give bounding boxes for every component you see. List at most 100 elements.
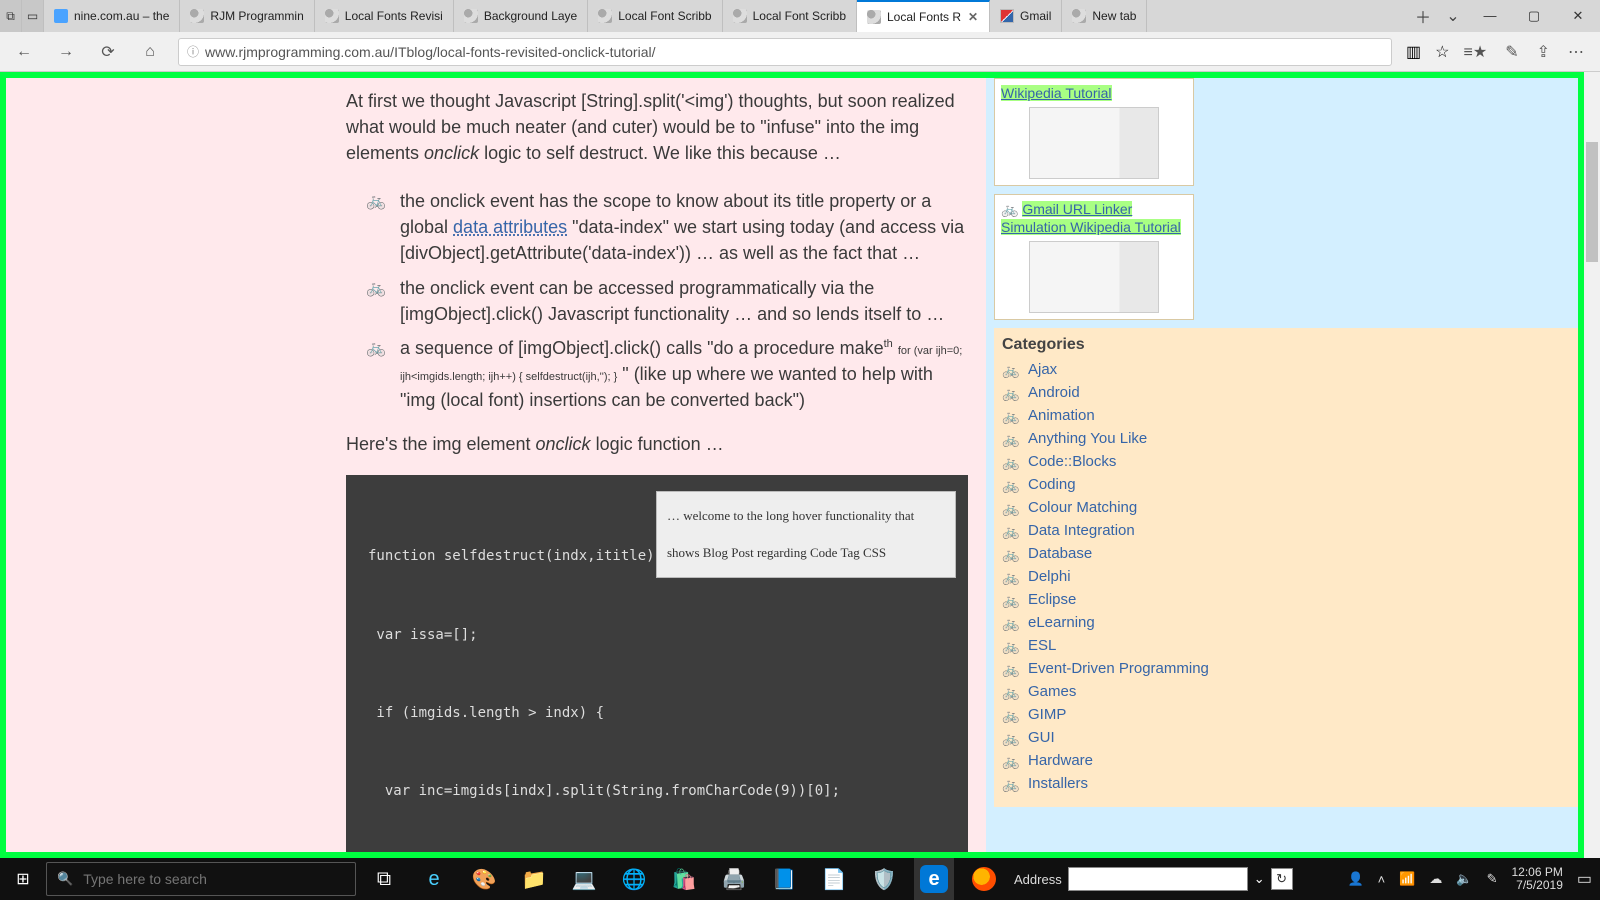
ime-icon[interactable]: ✎ bbox=[1487, 871, 1498, 887]
tab-6[interactable]: Local Fonts R✕ bbox=[857, 0, 990, 32]
category-item[interactable]: Coding bbox=[1002, 473, 1570, 496]
start-button[interactable]: ⊞ bbox=[0, 869, 46, 889]
tab-0[interactable]: nine.com.au – the bbox=[44, 0, 180, 32]
category-link[interactable]: Colour Matching bbox=[1028, 499, 1137, 516]
category-link[interactable]: eLearning bbox=[1028, 614, 1095, 631]
tab-close-icon[interactable]: ✕ bbox=[967, 10, 979, 24]
printer-icon[interactable]: 🖨️ bbox=[714, 858, 754, 900]
category-item[interactable]: Hardware bbox=[1002, 749, 1570, 772]
more-menu-icon[interactable]: ⋯ bbox=[1568, 42, 1584, 62]
category-link[interactable]: Delphi bbox=[1028, 568, 1071, 585]
category-item[interactable]: Animation bbox=[1002, 404, 1570, 427]
store-icon[interactable]: 🛍️ bbox=[664, 858, 704, 900]
volume-icon[interactable]: 🔈 bbox=[1456, 871, 1472, 887]
forward-button[interactable]: → bbox=[52, 43, 80, 61]
file-explorer-icon[interactable]: 📁 bbox=[514, 858, 554, 900]
taskbar-search-input[interactable] bbox=[83, 871, 345, 887]
wifi-icon[interactable]: 📶 bbox=[1399, 871, 1415, 887]
tab-8[interactable]: New tab bbox=[1062, 0, 1147, 32]
category-link[interactable]: Coding bbox=[1028, 476, 1076, 493]
sidebar-card-2[interactable]: Gmail URL Linker Simulation Wikipedia Tu… bbox=[994, 194, 1194, 320]
category-item[interactable]: GUI bbox=[1002, 726, 1570, 749]
category-item[interactable]: ESL bbox=[1002, 634, 1570, 657]
category-link[interactable]: Data Integration bbox=[1028, 522, 1135, 539]
people-icon[interactable]: 👤 bbox=[1347, 871, 1363, 887]
vertical-scrollbar[interactable] bbox=[1584, 72, 1600, 858]
home-button[interactable]: ⌂ bbox=[136, 43, 164, 61]
site-info-icon[interactable]: ⓘ bbox=[187, 43, 199, 60]
category-link[interactable]: GIMP bbox=[1028, 706, 1066, 723]
category-item[interactable]: Data Integration bbox=[1002, 519, 1570, 542]
taskbar-address-toolbar[interactable]: Address ⌄ ↻ bbox=[1014, 867, 1293, 891]
taskbar-address-dropdown-icon[interactable]: ⌄ bbox=[1254, 871, 1265, 887]
firefox-icon[interactable] bbox=[964, 858, 1004, 900]
sidebar-card-1-link[interactable]: Wikipedia Tutorial bbox=[1001, 85, 1112, 101]
category-link[interactable]: Hardware bbox=[1028, 752, 1093, 769]
tab-7[interactable]: Gmail bbox=[990, 0, 1062, 32]
category-item[interactable]: Delphi bbox=[1002, 565, 1570, 588]
new-tab-button[interactable]: ＋ bbox=[1408, 4, 1438, 28]
category-item[interactable]: GIMP bbox=[1002, 703, 1570, 726]
category-link[interactable]: Eclipse bbox=[1028, 591, 1076, 608]
tab-3[interactable]: Background Laye bbox=[454, 0, 588, 32]
category-link[interactable]: Installers bbox=[1028, 775, 1088, 792]
tab-1[interactable]: RJM Programmin bbox=[180, 0, 314, 32]
notes-icon[interactable]: ✎ bbox=[1505, 42, 1518, 62]
category-link[interactable]: GUI bbox=[1028, 729, 1055, 746]
task-view-icon[interactable]: ⧉ bbox=[364, 858, 404, 900]
category-item[interactable]: Installers bbox=[1002, 772, 1570, 795]
syspanel-left-1[interactable]: ⧉ bbox=[0, 0, 22, 32]
action-center-icon[interactable]: ▭ bbox=[1577, 869, 1592, 889]
category-item[interactable]: Android bbox=[1002, 381, 1570, 404]
category-link[interactable]: Android bbox=[1028, 384, 1080, 401]
back-button[interactable]: ← bbox=[10, 43, 38, 61]
category-link[interactable]: Event-Driven Programming bbox=[1028, 660, 1209, 677]
reading-view-icon[interactable]: ▥ bbox=[1406, 42, 1421, 62]
category-item[interactable]: Event-Driven Programming bbox=[1002, 657, 1570, 680]
tray-clock[interactable]: 12:06 PM 7/5/2019 bbox=[1512, 866, 1563, 892]
laptop-icon[interactable]: 💻 bbox=[564, 858, 604, 900]
tab-5[interactable]: Local Font Scribb bbox=[723, 0, 857, 32]
category-link[interactable]: Anything You Like bbox=[1028, 430, 1147, 447]
category-item[interactable]: Anything You Like bbox=[1002, 427, 1570, 450]
category-item[interactable]: Colour Matching bbox=[1002, 496, 1570, 519]
tray-chevron-icon[interactable]: ˄ bbox=[1378, 872, 1386, 887]
edge-icon[interactable]: e bbox=[914, 858, 954, 900]
category-item[interactable]: Games bbox=[1002, 680, 1570, 703]
chrome-icon[interactable]: 🌐 bbox=[614, 858, 654, 900]
share-icon[interactable]: ⇪ bbox=[1537, 42, 1550, 62]
ie-icon[interactable]: e bbox=[414, 858, 454, 900]
category-item[interactable]: Ajax bbox=[1002, 358, 1570, 381]
taskbar-address-go-icon[interactable]: ↻ bbox=[1271, 868, 1293, 890]
category-item[interactable]: Code::Blocks bbox=[1002, 450, 1570, 473]
window-close-button[interactable]: ✕ bbox=[1556, 0, 1600, 32]
favorite-star-icon[interactable]: ☆ bbox=[1435, 42, 1449, 62]
category-link[interactable]: ESL bbox=[1028, 637, 1056, 654]
paint-icon[interactable]: 🎨 bbox=[464, 858, 504, 900]
word2-icon[interactable]: 📄 bbox=[814, 858, 854, 900]
taskbar-address-input[interactable] bbox=[1068, 867, 1248, 891]
favorites-hub-icon[interactable]: ≡★ bbox=[1464, 42, 1488, 62]
category-link[interactable]: Animation bbox=[1028, 407, 1095, 424]
tabs-chevron-icon[interactable]: ⌄ bbox=[1438, 6, 1468, 26]
syspanel-left-2[interactable]: ▭ bbox=[22, 0, 44, 32]
category-item[interactable]: eLearning bbox=[1002, 611, 1570, 634]
window-minimize-button[interactable]: — bbox=[1468, 0, 1512, 32]
tab-2[interactable]: Local Fonts Revisi bbox=[315, 0, 454, 32]
data-attributes-link[interactable]: data attributes bbox=[453, 217, 567, 237]
window-maximize-button[interactable]: ▢ bbox=[1512, 0, 1556, 32]
shield-icon[interactable]: 🛡️ bbox=[864, 858, 904, 900]
tab-4[interactable]: Local Font Scribb bbox=[588, 0, 722, 32]
category-link[interactable]: Database bbox=[1028, 545, 1092, 562]
category-item[interactable]: Eclipse bbox=[1002, 588, 1570, 611]
category-link[interactable]: Games bbox=[1028, 683, 1076, 700]
refresh-button[interactable]: ⟳ bbox=[94, 42, 122, 62]
taskbar-search[interactable]: 🔍 bbox=[46, 862, 356, 896]
category-item[interactable]: Database bbox=[1002, 542, 1570, 565]
word1-icon[interactable]: 📘 bbox=[764, 858, 804, 900]
url-field[interactable]: ⓘ www.rjmprogramming.com.au/ITblog/local… bbox=[178, 38, 1392, 66]
sidebar-card-2-link[interactable]: Gmail URL Linker Simulation Wikipedia Tu… bbox=[1001, 201, 1181, 235]
category-link[interactable]: Code::Blocks bbox=[1028, 453, 1116, 470]
sidebar-card-1[interactable]: Wikipedia Tutorial bbox=[994, 78, 1194, 186]
scroll-thumb[interactable] bbox=[1586, 142, 1598, 262]
